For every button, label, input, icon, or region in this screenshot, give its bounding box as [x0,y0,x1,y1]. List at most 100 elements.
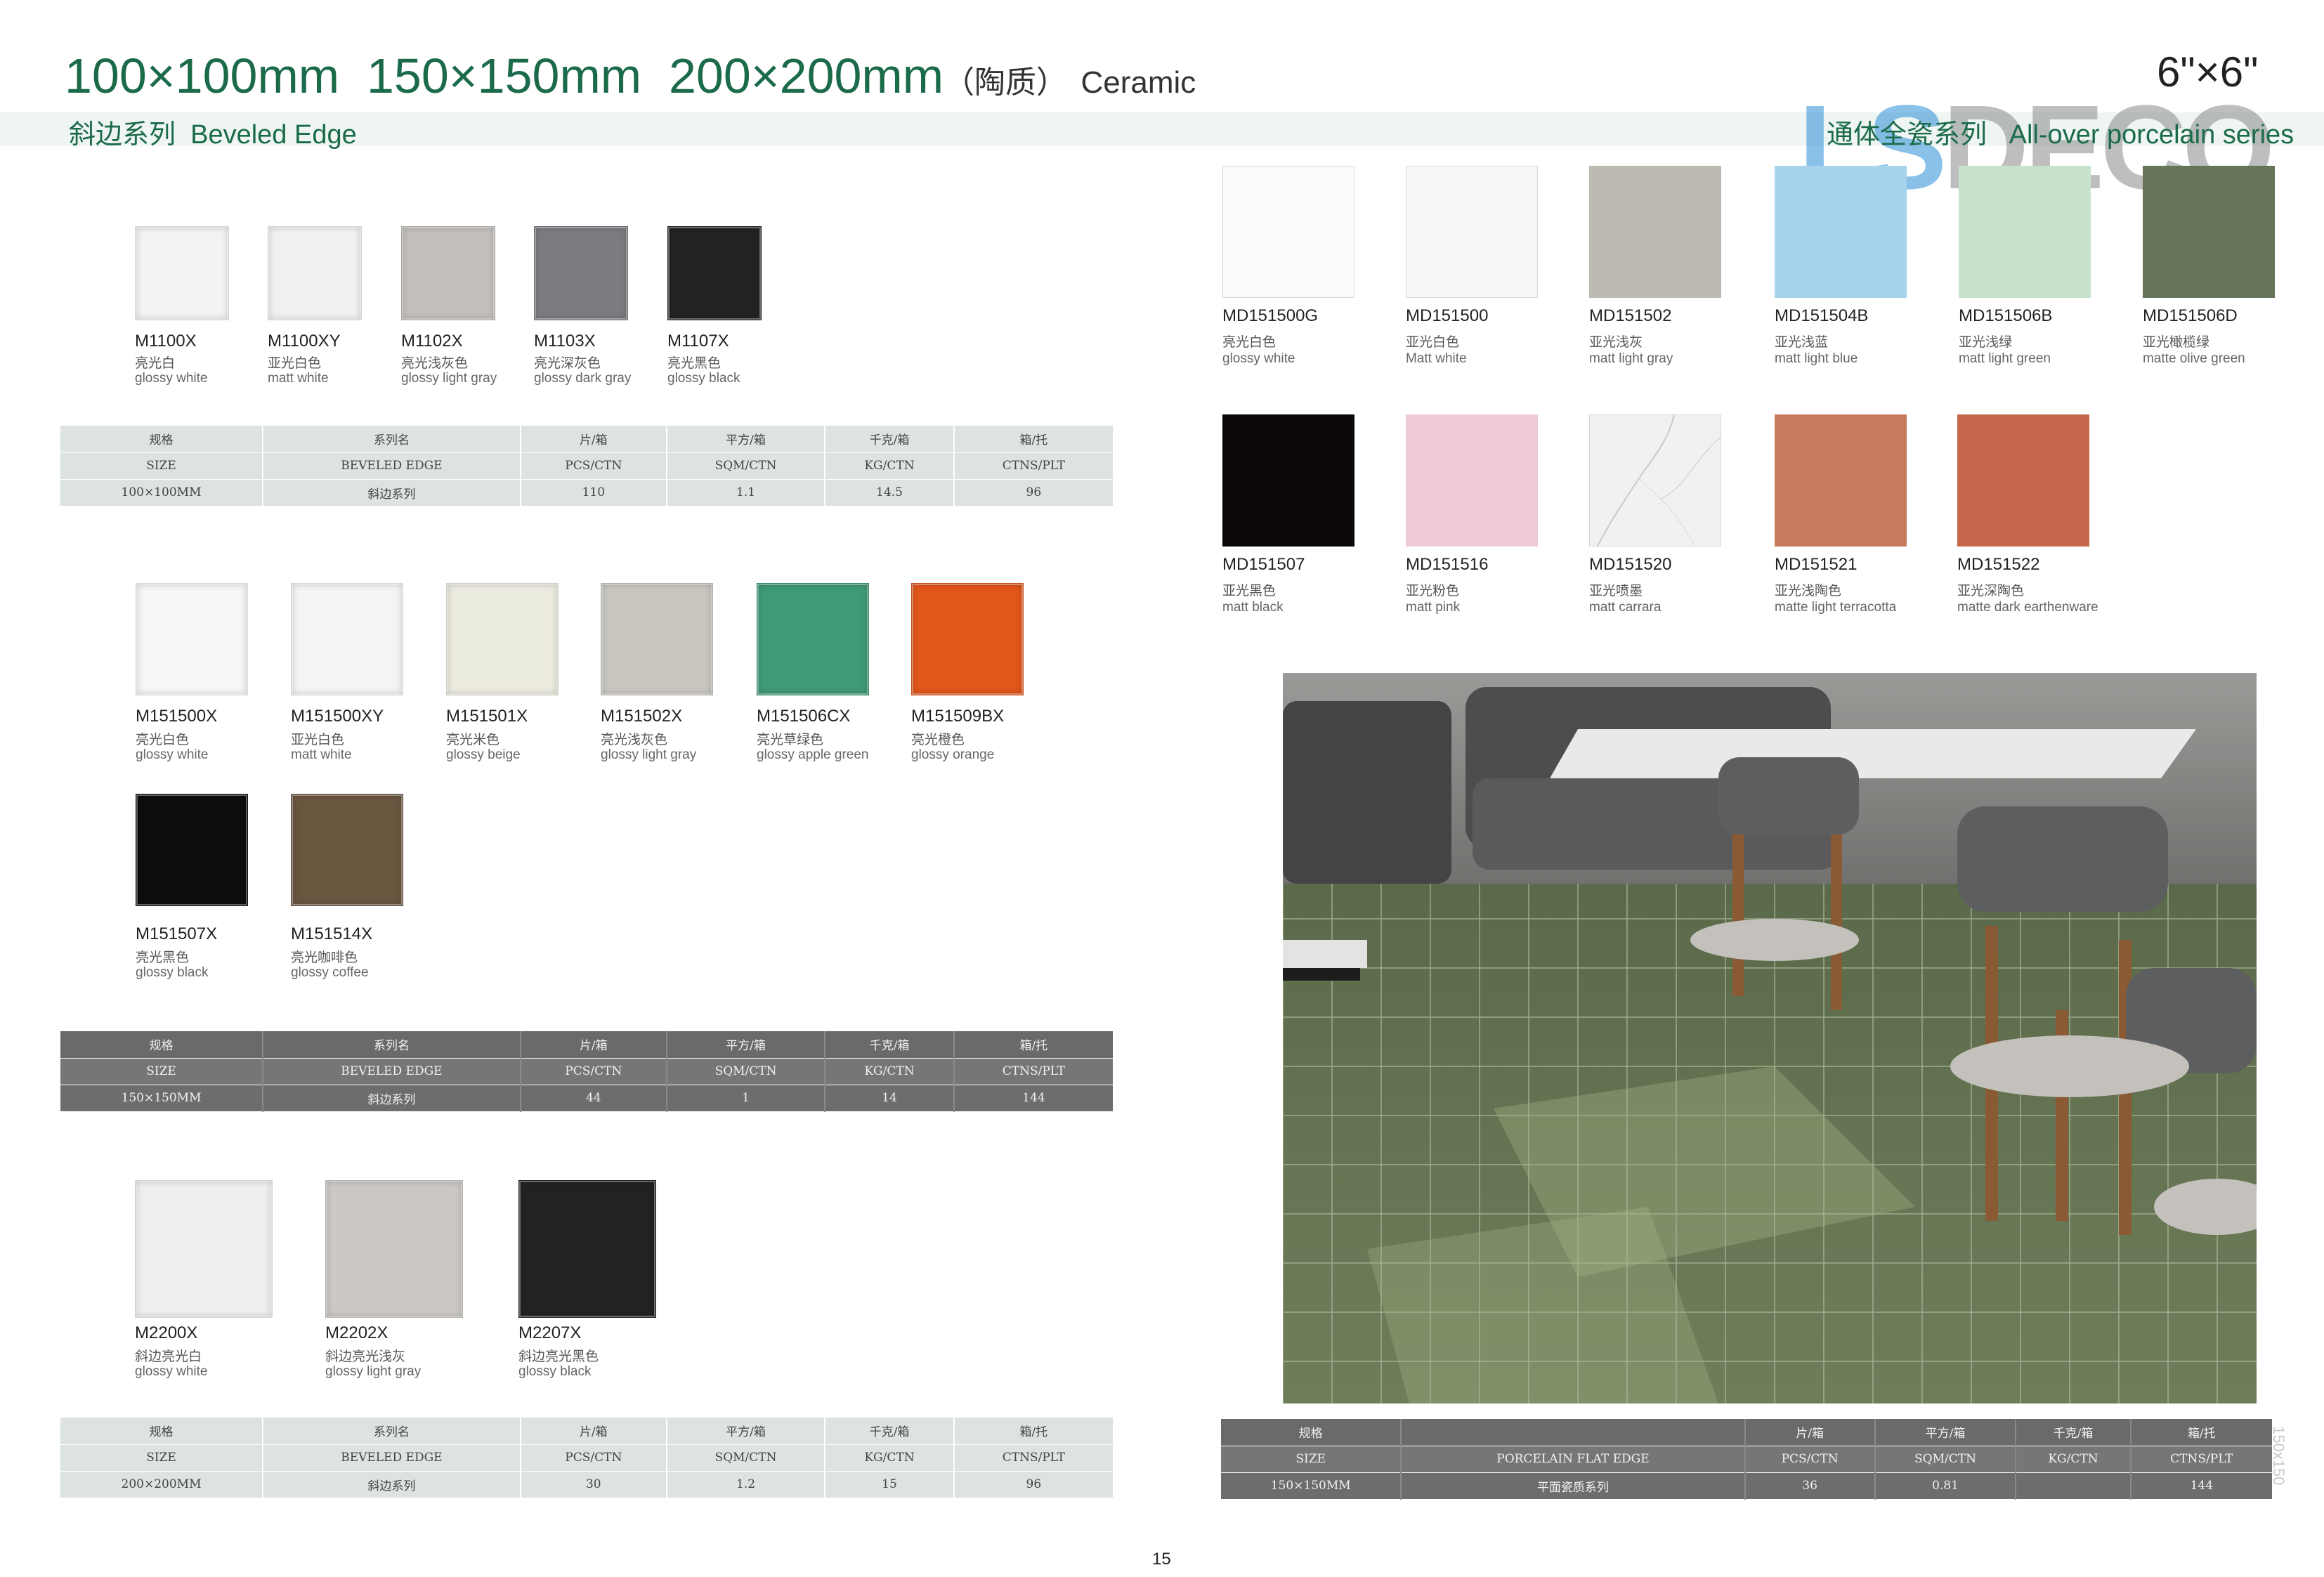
porcelain-size-title: 6"×6" [2157,48,2259,96]
tile-swatch [1406,414,1538,547]
tile-name-cn: 亮光浅灰色 [401,356,469,371]
tile-swatch [136,583,248,695]
tile-name-cn: 亮光深灰色 [534,356,601,371]
tile-code: MD151506B [1959,306,2053,325]
th-series-en: BEVELED EDGE [263,452,521,479]
th-size-en: SIZE [60,452,264,479]
tile-name-en: matte olive green [2143,351,2245,366]
tile-name-cn: 亮光白色 [1222,335,1277,350]
tile-swatch [135,1180,273,1318]
th-size-cn: 规格 [60,426,264,452]
tile-swatch [518,1180,656,1318]
vertical-size-note: 150x150 [2270,1426,2287,1486]
cell-size: 150×150MM [60,1085,264,1111]
th-kg-cn: 千克/箱 [825,426,955,452]
tile-swatch [1775,166,1907,298]
th-pcs-cn: 片/箱 [520,1031,667,1058]
tile-code: M1100XY [268,332,341,351]
tile-name-en: glossy orange [911,747,995,762]
tile-swatch [534,226,628,320]
cell-kg: 15 [825,1471,955,1498]
cell-series: 平面瓷质系列 [1401,1472,1746,1499]
cell-pcs: 30 [520,1471,667,1498]
tile-swatch [268,226,362,320]
tile-swatch [1959,166,2091,298]
tile-name-cn: 亮光黑色 [136,950,190,965]
th-series-cn: 系列名 [263,1031,521,1058]
tile-name-cn: 亮光浅灰色 [601,733,668,747]
spec-table-100: 规格 系列名 片/箱 平方/箱 千克/箱 箱/托 SIZE BEVELED ED… [60,426,1113,506]
tile-name-cn: 亚光浅蓝 [1775,335,1829,350]
cell-ctns: 144 [1022,1091,1045,1105]
tile-code: M1102X [401,332,463,351]
tile-name-cn: 亚光白色 [1406,335,1460,350]
tile-swatch [757,583,869,695]
cell-kg: 14 [825,1085,955,1111]
tile-name-cn: 亚光白色 [291,733,345,747]
tile-name-en: Matt white [1406,351,1467,366]
tile-name-en: glossy coffee [291,965,369,980]
cell-ctns: 96 [1026,1477,1042,1491]
tile-code: MD151521 [1775,555,1858,574]
th-pcs-cn: 片/箱 [520,426,667,452]
th-kg-en: KG/CTN [825,1444,955,1471]
tile-name-cn: 斜边亮光浅灰 [325,1349,406,1364]
tile-code: MD151502 [1589,306,1672,325]
tile-name-cn: 斜边亮光白 [135,1349,202,1364]
tile-name-en: matte light terracotta [1775,600,1897,615]
tile-name-en: matte dark earthenware [1957,600,2098,615]
th-sqm-en: SQM/CTN [1874,1446,2017,1472]
th-sqm-en: SQM/CTN [666,452,826,479]
tile-swatch [446,583,559,695]
tile-name-cn: 亚光黑色 [1222,584,1277,598]
restaurant-scene-illustration [1283,673,2257,1403]
tile-swatch [1589,166,1721,298]
tile-swatch [911,583,1024,695]
tile-name-en: glossy light gray [325,1364,422,1379]
tile-code: M2202X [325,1323,389,1342]
tile-swatch [325,1180,463,1318]
th-sqm-en: SQM/CTN [666,1444,826,1471]
title-suffix-cn: （陶质） [944,65,1068,100]
cell-pcs: 36 [1744,1472,1876,1499]
tile-name-cn: 亮光米色 [446,733,500,747]
th-pcs-en: PCS/CTN [520,1444,667,1471]
tile-code: M151502X [601,707,683,726]
tile-swatch [1222,166,1354,298]
tile-name-en: matt light green [1959,351,2051,366]
tile-name-en: matt light blue [1775,351,1858,366]
th-ctns-en: CTNS/PLT [1002,1451,1065,1465]
tile-swatch [136,794,248,906]
th-pcs-en: PCS/CTN [520,452,667,479]
tile-name-en: glossy apple green [757,747,869,762]
tile-swatch [401,226,495,320]
beveled-edge-subtitle: 斜边系列 Beveled Edge [69,120,357,150]
marble-vein-pattern [1596,415,1721,546]
th-kg-cn: 千克/箱 [825,1418,955,1444]
tile-name-cn: 亮光白色 [136,733,190,747]
cell-ctns: 96 [1026,485,1042,499]
tile-swatch [667,226,762,320]
tile-name-en: glossy white [136,747,209,762]
th-kg-cn: 千克/箱 [825,1031,955,1058]
th-ctns-cn: 箱/托 [1019,433,1048,448]
th-series-en: BEVELED EDGE [263,1058,521,1085]
tile-code: M151506CX [757,707,851,726]
tile-name-cn: 斜边亮光黑色 [518,1349,599,1364]
tile-swatch [291,794,403,906]
title-suffix-en: Ceramic [1081,65,1196,100]
tile-code: MD151500 [1406,306,1489,325]
th-kg-en: KG/CTN [2016,1446,2132,1472]
tile-name-cn: 亮光咖啡色 [291,950,358,965]
tile-swatch [1406,166,1538,298]
tile-name-en: glossy black [136,965,209,980]
tile-code: M1103X [534,332,596,351]
th-pcs-en: PCS/CTN [520,1058,667,1085]
cell-series: 斜边系列 [263,479,521,506]
th-size-cn: 规格 [1221,1419,1402,1446]
tile-name-en: matt black [1222,600,1284,615]
spec-table-150: 规格 系列名 片/箱 平方/箱 千克/箱 箱/托 SIZE BEVELED ED… [60,1031,1113,1112]
cell-kg [2016,1472,2132,1499]
cell-size: 100×100MM [60,479,264,506]
tile-code: MD151522 [1957,555,2040,574]
